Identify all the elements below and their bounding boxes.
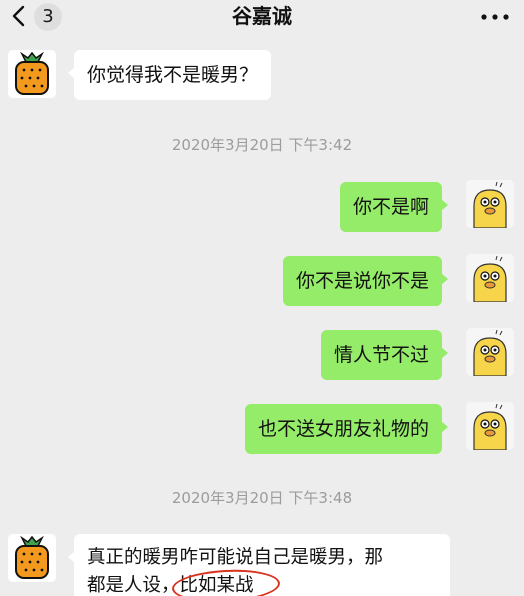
duck-avatar-icon bbox=[466, 402, 514, 450]
orange-avatar-icon bbox=[8, 50, 56, 98]
circled-annotation: 比如某战 bbox=[170, 567, 281, 596]
message-bubble-incoming[interactable]: 你觉得我不是暖男？ bbox=[67, 50, 272, 100]
orange-avatar-icon bbox=[8, 534, 56, 582]
message-line: 都是人设， 比如某战 bbox=[87, 567, 437, 596]
message-bubble-outgoing[interactable]: 情人节不过 bbox=[320, 330, 449, 380]
chat-title: 谷嘉诚 bbox=[232, 4, 292, 28]
duck-avatar-icon bbox=[466, 328, 514, 376]
self-avatar[interactable] bbox=[466, 254, 514, 302]
message-text: 都是人设， bbox=[87, 575, 180, 596]
message-bubble-outgoing[interactable]: 你不是说你不是 bbox=[282, 256, 449, 306]
message-timestamp: 2020年3月20日 下午3:42 bbox=[171, 136, 353, 154]
message-bubble-incoming[interactable]: 真正的暖男咋可能说自己是暖男，那 都是人设， 比如某战 bbox=[68, 534, 450, 596]
duck-avatar-icon bbox=[466, 180, 514, 228]
message-bubble-outgoing[interactable]: 你不是啊 bbox=[339, 182, 449, 232]
message-line: 真正的暖男咋可能说自己是暖男，那 bbox=[87, 547, 384, 568]
self-avatar[interactable] bbox=[466, 328, 514, 376]
more-dots-icon[interactable] bbox=[480, 14, 510, 20]
chat-header: 3 谷嘉诚 bbox=[0, 0, 524, 34]
duck-avatar-icon bbox=[466, 254, 514, 302]
message-timestamp: 2020年3月20日 下午3:48 bbox=[171, 489, 353, 507]
contact-avatar[interactable] bbox=[8, 50, 56, 98]
self-avatar[interactable] bbox=[466, 402, 514, 450]
message-bubble-outgoing[interactable]: 也不送女朋友礼物的 bbox=[244, 404, 449, 454]
contact-avatar[interactable] bbox=[8, 534, 56, 582]
self-avatar[interactable] bbox=[466, 180, 514, 228]
